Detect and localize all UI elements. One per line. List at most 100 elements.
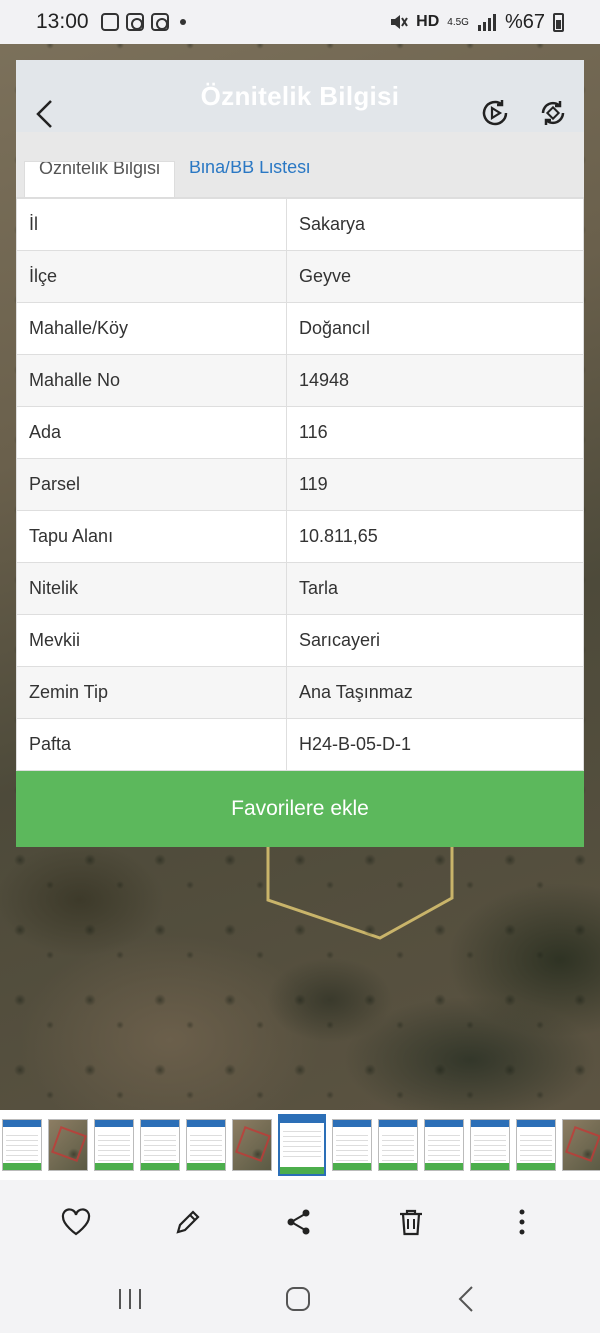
network-type: HD — [416, 13, 440, 30]
edit-button[interactable] — [168, 1202, 208, 1242]
thumbnail-part — [425, 1163, 463, 1170]
attribute-row: Nitelik Tarla — [16, 562, 584, 615]
attribute-value: Doğancıl — [286, 302, 584, 355]
attribute-key: Pafta — [16, 718, 287, 771]
thumbnail[interactable] — [470, 1119, 510, 1171]
tab-bar: Öznitelik Bilgisi Bina/BB Listesi — [16, 132, 584, 198]
thumbnail-part — [283, 1127, 321, 1157]
attribute-value: Geyve — [286, 250, 584, 303]
mute-icon — [391, 15, 409, 29]
attribute-value: Sakarya — [286, 198, 584, 251]
battery-icon — [553, 12, 564, 32]
tab-building-list[interactable]: Bina/BB Listesi — [175, 161, 324, 197]
thumbnail[interactable] — [2, 1119, 42, 1171]
attribute-row: Parsel 119 — [16, 458, 584, 511]
thumbnail-part — [3, 1163, 41, 1170]
thumbnail-part — [471, 1120, 509, 1127]
thumbnail-part — [3, 1120, 41, 1127]
attribute-key: Mevkii — [16, 614, 287, 667]
attribute-card: Öznitelik Bilgisi Bina/BB Listesi İl Saka… — [16, 132, 584, 847]
home-button[interactable] — [278, 1282, 318, 1316]
delete-button[interactable] — [391, 1202, 431, 1242]
status-bar: 13:00 HD 4.5G %67 — [0, 0, 600, 44]
thumbnail-map[interactable] — [232, 1119, 272, 1171]
tab-attribute-info[interactable]: Öznitelik Bilgisi — [24, 161, 176, 197]
rotate-icon — [541, 101, 565, 125]
attribute-key: Nitelik — [16, 562, 287, 615]
thumbnail-part — [333, 1120, 371, 1127]
add-favorite-button[interactable]: Favorilere ekle — [16, 771, 584, 847]
thumbnail[interactable] — [516, 1119, 556, 1171]
heart-icon — [61, 1208, 91, 1236]
attribute-key: Zemin Tip — [16, 666, 287, 719]
favorite-button[interactable] — [56, 1202, 96, 1242]
recent-apps-icon — [119, 1289, 141, 1309]
system-nav-bar — [0, 1264, 600, 1333]
thumbnail-part — [95, 1120, 133, 1127]
attribute-row: Tapu Alanı 10.811,65 — [16, 510, 584, 563]
tab-label: Öznitelik Bilgisi — [39, 161, 161, 178]
parcel-outline — [266, 838, 454, 940]
attribute-row: Zemin Tip Ana Taşınmaz — [16, 666, 584, 719]
thumbnail-part — [379, 1120, 417, 1127]
attribute-row: Pafta H24-B-05-D-1 — [16, 718, 584, 771]
thumbnail-part — [382, 1131, 414, 1161]
attribute-key: Mahalle/Köy — [16, 302, 287, 355]
attribute-row: İlçe Geyve — [16, 250, 584, 303]
gallery-icon — [100, 13, 119, 31]
attribute-row: İl Sakarya — [16, 198, 584, 251]
thumbnail-part — [190, 1131, 222, 1161]
more-options-button[interactable] — [502, 1202, 542, 1242]
thumbnail-map[interactable] — [48, 1119, 88, 1171]
thumbnail-part — [187, 1120, 225, 1127]
battery-percent: %67 — [504, 10, 545, 33]
thumbnail-part — [471, 1163, 509, 1170]
thumbnail[interactable] — [378, 1119, 418, 1171]
system-back-button[interactable] — [446, 1282, 486, 1316]
thumbnail-current[interactable] — [278, 1114, 326, 1176]
thumbnail-part — [141, 1163, 179, 1170]
rotate-play-icon — [482, 100, 508, 126]
replay-video-button[interactable] — [478, 96, 512, 130]
pencil-icon — [176, 1210, 200, 1234]
attribute-value: 14948 — [286, 354, 584, 407]
signal-icon — [477, 14, 496, 31]
status-right: HD 4.5G %67 — [388, 11, 564, 34]
bottom-action-bar — [0, 1180, 600, 1264]
attribute-key: İlçe — [16, 250, 287, 303]
thumbnail-part — [144, 1131, 176, 1161]
thumbnail-part — [95, 1163, 133, 1170]
attribute-value: H24-B-05-D-1 — [286, 718, 584, 771]
thumbnail-part — [517, 1120, 555, 1127]
thumbnail[interactable] — [186, 1119, 226, 1171]
thumbnail-part — [379, 1163, 417, 1170]
attribute-row: Mevkii Sarıcayeri — [16, 614, 584, 667]
thumbnail-part — [187, 1163, 225, 1170]
thumbnail[interactable] — [332, 1119, 372, 1171]
rotate-button[interactable] — [536, 96, 570, 130]
network-sub: 4.5G — [447, 16, 469, 28]
attribute-key: Parsel — [16, 458, 287, 511]
trash-icon — [400, 1209, 422, 1236]
page-title: Öznitelik Bilgisi — [200, 80, 400, 111]
share-button[interactable] — [279, 1202, 319, 1242]
recent-apps-button[interactable] — [110, 1282, 150, 1316]
attribute-key: Mahalle No — [16, 354, 287, 407]
thumbnail[interactable] — [424, 1119, 464, 1171]
thumbnail-part — [6, 1131, 38, 1161]
attribute-value: Sarıcayeri — [286, 614, 584, 667]
attribute-row: Mahalle No 14948 — [16, 354, 584, 407]
back-button[interactable] — [24, 94, 64, 134]
attribute-value: Tarla — [286, 562, 584, 615]
thumbnail-part — [280, 1116, 324, 1123]
more-notifications-dot — [179, 19, 186, 25]
thumbnail[interactable] — [140, 1119, 180, 1171]
thumbnail-strip[interactable] — [0, 1110, 600, 1180]
attribute-key: Ada — [16, 406, 287, 459]
attribute-row: Mahalle/Köy Doğancıl — [16, 302, 584, 355]
attribute-row: Ada 116 — [16, 406, 584, 459]
status-time: 13:00 — [36, 10, 89, 33]
thumbnail[interactable] — [94, 1119, 134, 1171]
instagram-icon — [150, 13, 169, 31]
thumbnail-map[interactable] — [562, 1119, 600, 1171]
